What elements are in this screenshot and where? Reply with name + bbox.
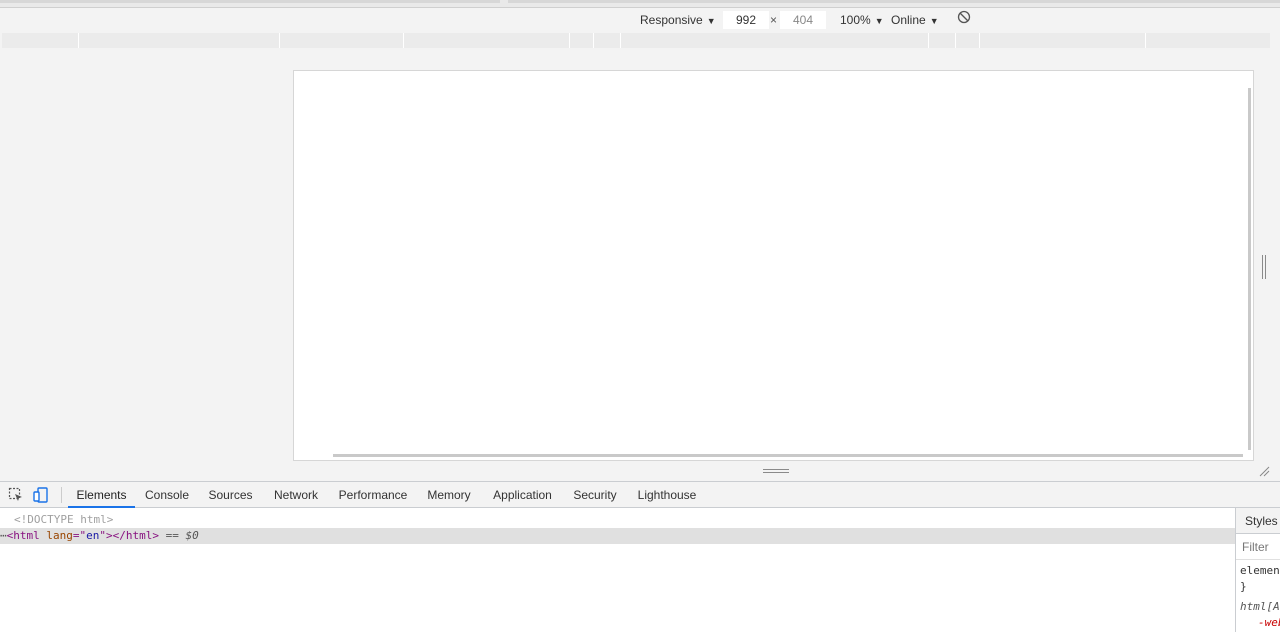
tab-styles[interactable]: Styles bbox=[1236, 508, 1280, 534]
ruler-divider bbox=[569, 33, 570, 48]
resize-handle-right[interactable] bbox=[1261, 255, 1267, 279]
width-input[interactable] bbox=[723, 11, 769, 29]
resize-corner-icon[interactable] bbox=[1258, 465, 1270, 477]
device-viewport[interactable] bbox=[293, 70, 1254, 461]
tab-elements[interactable]: Elements bbox=[68, 482, 135, 508]
selected-node-marker: == $0 bbox=[165, 529, 199, 542]
top-strip-segment bbox=[508, 0, 1280, 3]
tab-network[interactable]: Network bbox=[265, 482, 327, 508]
chevron-down-icon: ▼ bbox=[874, 16, 884, 26]
tab-memory[interactable]: Memory bbox=[419, 482, 479, 508]
inspect-element-icon[interactable] bbox=[8, 487, 24, 503]
grip-line bbox=[763, 472, 789, 473]
tab-security[interactable]: Security bbox=[566, 482, 624, 508]
device-select-label: Responsive bbox=[640, 13, 703, 27]
media-query-ruler[interactable] bbox=[2, 33, 1270, 48]
tab-console[interactable]: Console bbox=[138, 482, 196, 508]
vertical-scrollbar[interactable] bbox=[1248, 88, 1251, 450]
resize-handle-bottom[interactable] bbox=[763, 468, 789, 474]
tab-performance[interactable]: Performance bbox=[333, 482, 413, 508]
top-strip-segment bbox=[0, 0, 500, 3]
dom-node-doctype[interactable]: <!DOCTYPE html> bbox=[0, 512, 1235, 528]
ruler-divider bbox=[78, 33, 79, 48]
tab-sources[interactable]: Sources bbox=[202, 482, 259, 508]
ruler-divider bbox=[403, 33, 404, 48]
device-toolbar: Responsive▼ × 100%▼ Online▼ bbox=[0, 8, 1280, 32]
dimension-separator: × bbox=[770, 13, 778, 27]
device-toolbar-icon[interactable] bbox=[33, 487, 49, 503]
attr-name: lang bbox=[46, 529, 73, 542]
tag-close: "></html> bbox=[99, 529, 159, 542]
attr-equals: =" bbox=[72, 529, 87, 542]
tab-lighthouse[interactable]: Lighthouse bbox=[630, 482, 704, 508]
tag-open: <html bbox=[6, 529, 40, 542]
device-select[interactable]: Responsive ▼ bbox=[640, 12, 716, 28]
dom-node-html[interactable]: ⋯<html lang="en"></html> == $0 bbox=[0, 528, 1235, 544]
doctype-text: <!DOCTYPE html> bbox=[14, 513, 114, 526]
horizontal-scrollbar[interactable] bbox=[333, 454, 1243, 457]
top-strip bbox=[0, 0, 1280, 8]
chevron-down-icon: ▼ bbox=[706, 16, 716, 26]
grip-line bbox=[1265, 255, 1266, 279]
ruler-divider bbox=[620, 33, 621, 48]
more-options-icon[interactable]: ⋯ bbox=[0, 529, 7, 542]
grip-line bbox=[763, 469, 789, 470]
chevron-down-icon: ▼ bbox=[929, 16, 939, 26]
elements-tree: <!DOCTYPE html> ⋯<html lang="en"></html>… bbox=[0, 508, 1235, 632]
styles-sidebar: Styles Filter element.style { } html[Att… bbox=[1235, 508, 1280, 632]
ruler-divider bbox=[279, 33, 280, 48]
ruler-divider bbox=[955, 33, 956, 48]
rotate-icon[interactable] bbox=[957, 10, 971, 24]
style-rule-selector[interactable]: element.style { bbox=[1240, 563, 1280, 579]
tab-application[interactable]: Application bbox=[485, 482, 560, 508]
height-input[interactable] bbox=[780, 11, 826, 29]
devtools-panel: Elements Console Sources Network Perform… bbox=[0, 481, 1280, 632]
throttle-select[interactable]: Online ▼ bbox=[891, 12, 939, 28]
toolbar-divider bbox=[61, 487, 62, 503]
throttle-select-label: Online bbox=[891, 13, 926, 27]
ruler-divider bbox=[928, 33, 929, 48]
style-rule-end: } bbox=[1240, 580, 1247, 593]
style-property[interactable]: -webkit-locale: "en"; bbox=[1258, 615, 1280, 631]
ruler-divider bbox=[1145, 33, 1146, 48]
style-rule-selector[interactable]: html[Attributes Style] { bbox=[1240, 599, 1280, 615]
styles-filter-input[interactable]: Filter bbox=[1236, 534, 1280, 560]
zoom-select-label: 100% bbox=[840, 13, 871, 27]
ruler-divider bbox=[593, 33, 594, 48]
devtools-tabbar: Elements Console Sources Network Perform… bbox=[0, 482, 1280, 508]
zoom-select[interactable]: 100% ▼ bbox=[840, 12, 884, 28]
ruler-divider bbox=[979, 33, 980, 48]
grip-line bbox=[1262, 255, 1263, 279]
attr-value: en bbox=[86, 529, 100, 542]
